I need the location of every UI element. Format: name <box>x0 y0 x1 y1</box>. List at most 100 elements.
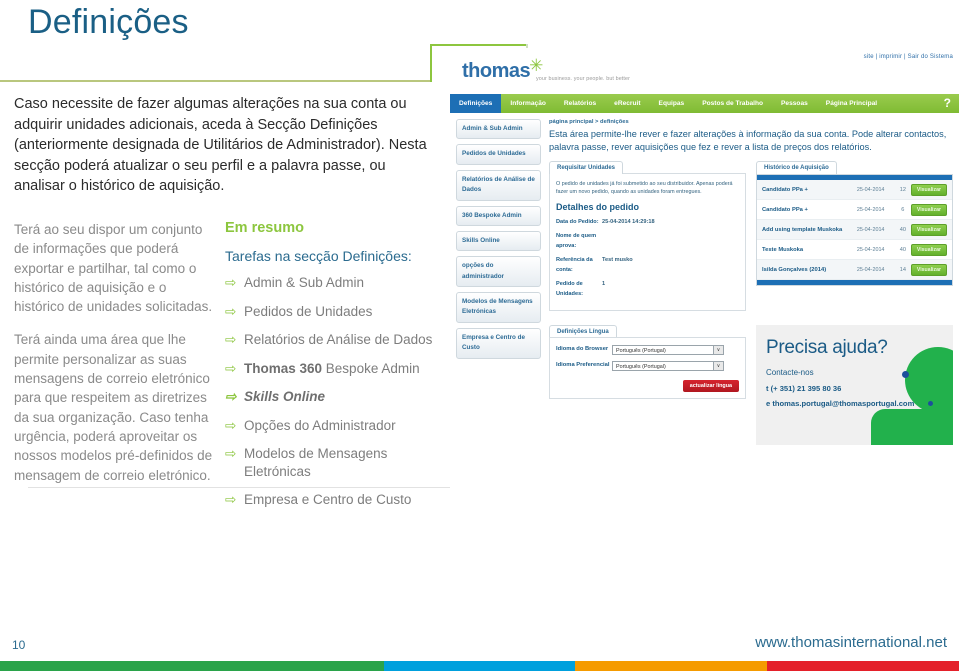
sidebar-item-pedidos-de-unidades[interactable]: Pedidos de Unidades <box>456 144 541 165</box>
sidebar-item-skills-online[interactable]: Skills Online <box>456 230 541 252</box>
history-table: Candidato PPa +25-04-2014 12 Visualizar Can… <box>756 174 953 287</box>
history-name: Candidato PPa + <box>762 206 808 213</box>
history-tabstrip: Histórico de Aquisição <box>756 161 953 175</box>
tab-requisitar-unidades[interactable]: Requisitar Unidades <box>549 161 624 175</box>
left-text-column: Terá ao seu dispor um conjunto de inform… <box>14 220 214 485</box>
order-field-label: Referência da conta: <box>556 257 593 273</box>
history-name: Candidato PPa + <box>762 186 808 193</box>
update-language-button[interactable]: actualizar língua <box>682 380 739 393</box>
left-paragraph-1: Terá ao seu dispor um conjunto de inform… <box>14 222 213 315</box>
arrow-icon: ⇨ <box>225 275 237 290</box>
table-row: Add using template Muskoka 25-04-2014 40 Vi… <box>757 220 952 241</box>
help-box: Precisa ajuda? Contacte-nos t (+ 351) 21… <box>756 325 953 446</box>
history-quantity: 12 <box>899 186 906 193</box>
summary-list: ⇨ Admin & Sub Admin ⇨ Pedidos de Unidades ⇨ R… <box>225 274 440 509</box>
view-button[interactable]: Visualizar <box>910 223 947 236</box>
order-fields: Data do Pedido: 25-04-2014 14:29:18 Nome d… <box>556 218 739 300</box>
logo-wordmark: thomas <box>462 60 531 82</box>
sidebar-item-modelos-de-mensagens-eletr-nicas[interactable]: Modelos de Mensagens Eletrónicas <box>456 292 541 323</box>
help-pane: Precisa ajuda? Contacte-nos t (+ 351) 21… <box>756 325 953 446</box>
order-field-label: Pedido de Unidades: <box>556 281 584 297</box>
view-button[interactable]: Visualizar <box>910 183 947 196</box>
footer-color-segment <box>383 661 576 671</box>
summary-item: ⇨ Thomas 360 Bespoke Admin <box>225 360 440 378</box>
sidebar-item-admin-sub-admin[interactable]: Admin & Sub Admin <box>456 119 541 140</box>
arrow-icon: ⇨ <box>225 417 237 433</box>
history-table-footer-bar <box>757 280 952 286</box>
nav-item-informação[interactable]: Informação <box>501 94 555 113</box>
summary-item: ⇨ Relatórios de Análise de Dados <box>225 331 440 349</box>
language-rows: Idioma do Browser Português (Portugal) ∨ Id… <box>556 345 739 372</box>
summary-item: ⇨ Modelos de Mensagens Eletrónicas <box>225 445 440 480</box>
star-icon: ✳ <box>529 56 544 75</box>
app-body: Admin & Sub Admin Pedidos de Unidades Rela… <box>450 113 959 446</box>
sidebar-item-relat-rios-de-an-lise-de-dados[interactable]: Relatórios de Análise de Dados <box>456 169 541 201</box>
arrow-icon: ⇨ <box>225 446 237 462</box>
tab-historico-aquisicao[interactable]: Histórico de Aquisição <box>756 161 837 175</box>
app-lead-text: Esta área permite-lhe rever e fazer alte… <box>549 129 947 152</box>
summary-item-label: Pedidos de Unidades <box>244 303 373 319</box>
nav-item-erecruit[interactable]: eRecruit <box>605 94 649 113</box>
summary-item: ⇨ Opções do Administrador <box>225 417 440 435</box>
table-row: Isilda Gonçalves (2014) 25-04-2014 14 Visua… <box>757 260 952 281</box>
app-header: thomas✳ your business. your people. but … <box>450 48 959 94</box>
nav-item-postos-de-trabalho[interactable]: Postos de Trabalho <box>693 94 772 113</box>
history-date: 25-04-2014 <box>856 226 885 233</box>
order-field-label: Nome de quem aprova: <box>556 233 597 249</box>
breadcrumb[interactable]: página principal > definições <box>549 119 953 125</box>
order-note: O pedido de unidades já foi submetido ao… <box>556 181 733 196</box>
nav-item-definições[interactable]: Definições <box>450 94 502 113</box>
view-button[interactable]: Visualizar <box>910 263 947 276</box>
view-button[interactable]: Visualizar <box>910 203 947 216</box>
top-utility-links[interactable]: site | imprimir | Sair do Sistema <box>864 54 953 60</box>
arrow-icon: ⇨ <box>225 492 237 508</box>
footer-color-segment <box>767 661 959 671</box>
order-field-value: 25-04-2014 14:29:18 <box>602 218 655 225</box>
logo-tagline: your business. your people. but better <box>536 76 630 82</box>
summary-heading: Em resumo <box>225 220 304 236</box>
chevron-down-icon[interactable]: ∨ <box>713 362 723 371</box>
summary-item-lead: Thomas 360 <box>244 360 323 376</box>
language-select[interactable]: Português (Portugal) ∨ <box>612 361 724 372</box>
history-date: 25-04-2014 <box>856 186 885 193</box>
order-card: O pedido de unidades já foi submetido ao… <box>549 173 746 312</box>
order-field-row: Data do Pedido: 25-04-2014 14:29:18 <box>556 218 739 228</box>
summary-item-label: Relatórios de Análise de Dados <box>244 332 433 348</box>
left-paragraph-2: Terá ainda uma área que lhe permite pers… <box>14 332 213 483</box>
summary-item: ⇨ Skills Online <box>225 388 440 406</box>
summary-item-label: Skills Online <box>244 389 326 405</box>
history-date: 25-04-2014 <box>856 206 885 213</box>
summary-item-label: Bespoke Admin <box>322 360 420 376</box>
page-number: 10 <box>12 638 26 652</box>
arrow-icon: ⇨ <box>225 360 237 376</box>
table-row: Candidato PPa + 25-04-2014 12 Visualizar <box>757 180 952 201</box>
order-field-value: 1 <box>602 281 606 288</box>
language-row: Idioma Preferencial Português (Portugal) ∨ <box>556 361 739 372</box>
summary-item: ⇨ Admin & Sub Admin <box>225 274 440 292</box>
nav-item-página-principal[interactable]: Página Principal <box>817 94 886 113</box>
app-navbar: Definições Informação Relatórios eRecruit Eq… <box>450 94 959 113</box>
history-quantity: 40 <box>899 246 906 253</box>
nav-item-equipas[interactable]: Equipas <box>650 94 694 113</box>
sidebar-item-360-bespoke-admin[interactable]: 360 Bespoke Admin <box>456 205 541 226</box>
nav-item-pessoas[interactable]: Pessoas <box>772 94 817 113</box>
language-select[interactable]: Português (Portugal) ∨ <box>612 345 724 356</box>
summary-item-label: Empresa e Centro de Custo <box>244 492 412 508</box>
sidebar-item-op-es-do-administrador[interactable]: opções do administrador <box>456 256 541 287</box>
view-button[interactable]: Visualizar <box>910 243 947 256</box>
chevron-down-icon[interactable]: ∨ <box>713 346 723 355</box>
order-field-row: Nome de quem aprova: <box>556 232 739 251</box>
summary-item: ⇨ Empresa e Centro de Custo <box>225 491 440 509</box>
sidebar-item-empresa-e-centro-de-custo[interactable]: Empresa e Centro de Custo <box>456 327 541 359</box>
screenshot-frame-left <box>430 44 432 82</box>
decorative-shape <box>871 409 953 446</box>
app-sidebar: Admin & Sub Admin Pedidos de Unidades Rela… <box>456 119 541 445</box>
help-question-icon[interactable]: ? <box>944 96 951 110</box>
screenshot-frame-top <box>430 44 528 46</box>
order-pane: Requisitar Unidades O pedido de unidades… <box>549 161 746 312</box>
footer-color-segment <box>575 661 768 671</box>
history-name: Add using template Muskoka <box>762 226 843 233</box>
arrow-icon: ⇨ <box>225 303 237 319</box>
nav-item-relatórios[interactable]: Relatórios <box>555 94 605 113</box>
website-url: www.thomasinternational.net <box>755 634 947 651</box>
